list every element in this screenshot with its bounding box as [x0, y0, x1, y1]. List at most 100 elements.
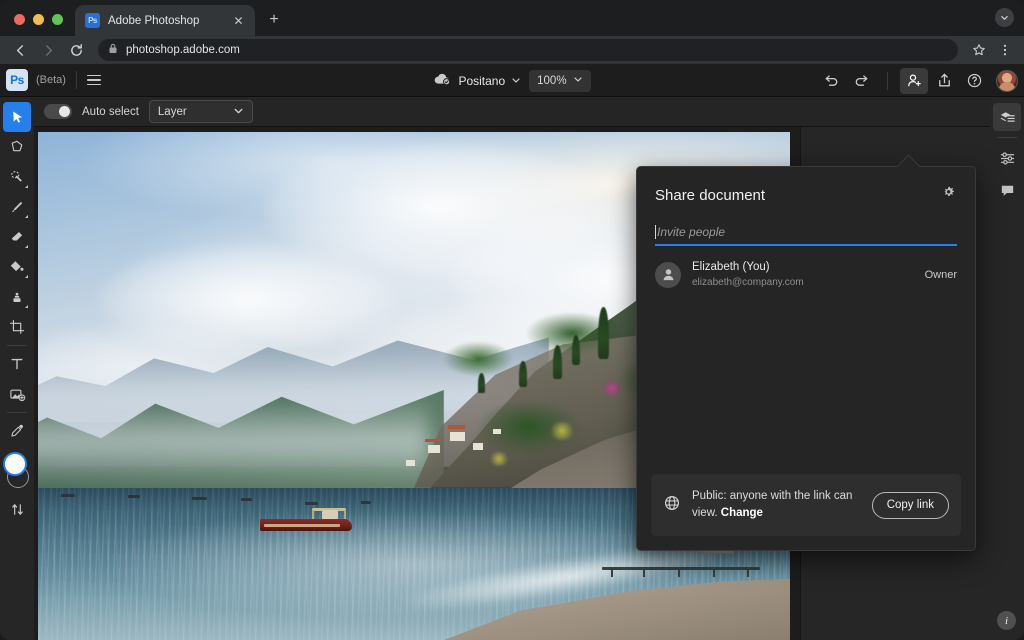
- type-tool[interactable]: [3, 349, 31, 379]
- paint-bucket-tool[interactable]: [3, 252, 31, 282]
- gear-icon[interactable]: [941, 185, 957, 206]
- beta-label: (Beta): [36, 74, 66, 86]
- panels-rail: i: [990, 97, 1024, 640]
- change-permission-link[interactable]: Change: [721, 507, 763, 519]
- share-link-text: Public: anyone with the link can view. C…: [692, 488, 861, 521]
- boat-post: [312, 510, 314, 519]
- eraser-tool[interactable]: [3, 222, 31, 252]
- copy-link-button[interactable]: Copy link: [872, 492, 949, 519]
- user-avatar[interactable]: [996, 70, 1018, 92]
- boat-post: [344, 510, 346, 519]
- share-invite-icon[interactable]: [900, 68, 928, 94]
- address-url: photoshop.adobe.com: [126, 44, 240, 56]
- browser-address-bar: photoshop.adobe.com: [0, 36, 1024, 64]
- eyedropper-tool[interactable]: [3, 416, 31, 446]
- close-tab-icon[interactable]: ✕: [230, 12, 247, 29]
- jetty-leg: [747, 570, 749, 577]
- layers-panel-icon[interactable]: [993, 103, 1021, 131]
- divider: [76, 71, 77, 89]
- auto-select-scope-dropdown[interactable]: Layer: [149, 100, 253, 123]
- chevron-down-icon[interactable]: [995, 8, 1014, 27]
- browser-window: Ps Adobe Photoshop ✕ + photoshop.adobe.c…: [0, 0, 1024, 640]
- person-icon: [655, 262, 681, 288]
- maximize-window-button[interactable]: [52, 14, 63, 25]
- tab-title: Adobe Photoshop: [108, 15, 222, 27]
- share-link-description: Public: anyone with the link can view.: [692, 490, 852, 519]
- clone-stamp-tool[interactable]: [3, 282, 31, 312]
- lasso-tool[interactable]: [3, 132, 31, 162]
- auto-select-toggle[interactable]: [44, 104, 72, 119]
- divider: [997, 137, 1017, 138]
- color-swatches[interactable]: [2, 450, 32, 494]
- boat-stripe: [264, 524, 340, 527]
- reload-button[interactable]: [62, 36, 90, 64]
- tool-group-indicator: [25, 185, 28, 188]
- photo-cypress-tree: [572, 335, 580, 365]
- spot-healing-brush-tool[interactable]: [3, 162, 31, 192]
- undo-icon[interactable]: [817, 68, 845, 94]
- invite-people-input[interactable]: Invite people: [655, 225, 957, 246]
- bookmark-star-icon[interactable]: [966, 37, 992, 63]
- photo-village-house: [448, 425, 465, 429]
- globe-icon: [663, 494, 681, 517]
- browser-tab[interactable]: Ps Adobe Photoshop ✕: [75, 5, 255, 36]
- share-person-row: Elizabeth (You) elizabeth@company.com Ow…: [637, 246, 975, 289]
- share-document-popover: Share document Invite people Elizabeth: [636, 166, 976, 551]
- photo-village-house: [406, 460, 415, 466]
- chevron-down-icon: [511, 74, 521, 88]
- object-select-tool[interactable]: [3, 379, 31, 409]
- divider: [7, 412, 27, 413]
- help-icon[interactable]: [960, 68, 988, 94]
- share-link-notice: Public: anyone with the link can view. C…: [651, 474, 961, 536]
- jetty-leg: [678, 570, 680, 577]
- photo-distant-boat: [61, 494, 75, 497]
- tool-group-indicator: [25, 305, 28, 308]
- cloud-saved-icon: [433, 72, 452, 89]
- person-name: Elizabeth (You): [692, 260, 914, 276]
- adjustments-panel-icon[interactable]: [993, 144, 1021, 172]
- foreground-color-swatch[interactable]: [3, 452, 27, 476]
- browser-tab-strip: Ps Adobe Photoshop ✕ +: [0, 0, 1024, 36]
- back-button[interactable]: [6, 36, 34, 64]
- photo-village-house: [473, 443, 483, 450]
- new-tab-button[interactable]: +: [261, 7, 287, 33]
- crop-tool[interactable]: [3, 312, 31, 342]
- forward-button[interactable]: [34, 36, 62, 64]
- jetty-deck: [602, 567, 760, 570]
- swap-colors-icon[interactable]: [3, 494, 31, 524]
- photo-village-house: [493, 429, 501, 434]
- jetty-leg: [643, 570, 645, 577]
- photo-cypress-tree: [478, 373, 485, 393]
- share-popover-header: Share document: [637, 167, 975, 206]
- tool-options-bar: Auto select Layer: [0, 97, 1024, 127]
- comments-panel-icon[interactable]: [993, 176, 1021, 204]
- info-icon[interactable]: i: [997, 611, 1016, 630]
- photo-distant-boat: [361, 501, 371, 504]
- person-role: Owner: [925, 269, 957, 281]
- photo-distant-boat: [241, 498, 252, 501]
- address-input[interactable]: photoshop.adobe.com: [98, 39, 958, 61]
- chevron-down-icon: [573, 74, 583, 87]
- auto-select-label: Auto select: [82, 106, 139, 118]
- browser-menu-icon[interactable]: [992, 37, 1018, 63]
- app-menu-icon[interactable]: [87, 75, 101, 86]
- photo-jetty: [602, 567, 760, 577]
- photoshop-logo-icon: Ps: [6, 69, 28, 91]
- tool-group-indicator: [25, 245, 28, 248]
- brush-tool[interactable]: [3, 192, 31, 222]
- invite-people-placeholder: Invite people: [657, 225, 725, 239]
- zoom-level-dropdown[interactable]: 100%: [529, 70, 590, 92]
- redo-icon[interactable]: [847, 68, 875, 94]
- lock-icon: [108, 41, 118, 59]
- tools-panel: [0, 97, 34, 640]
- document-name-button[interactable]: Positano: [433, 72, 521, 89]
- photo-distant-boat: [128, 495, 140, 498]
- person-details: Elizabeth (You) elizabeth@company.com: [692, 260, 914, 289]
- divider: [887, 72, 888, 90]
- minimize-window-button[interactable]: [33, 14, 44, 25]
- close-window-button[interactable]: [14, 14, 25, 25]
- address-bar-actions: [966, 37, 1018, 63]
- photo-mist: [38, 396, 429, 487]
- export-icon[interactable]: [930, 68, 958, 94]
- move-tool[interactable]: [3, 102, 31, 132]
